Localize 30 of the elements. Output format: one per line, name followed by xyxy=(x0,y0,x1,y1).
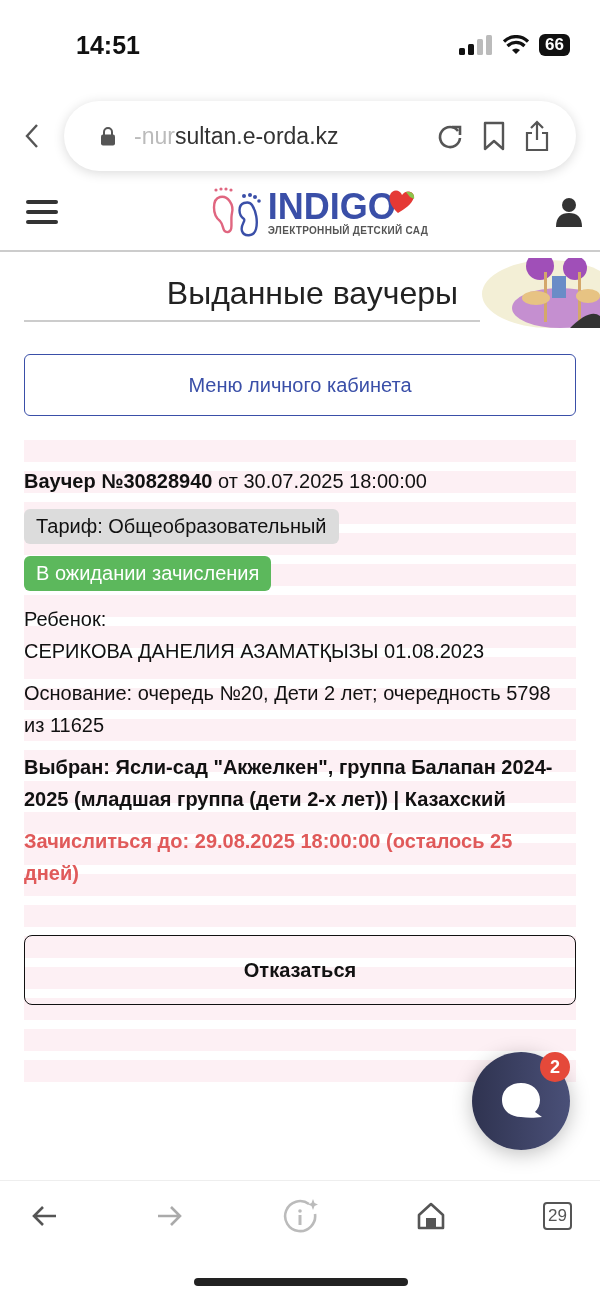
child-name: СЕРИКОВА ДАНЕЛИЯ АЗАМАТҚЫЗЫ 01.08.2023 xyxy=(24,639,486,664)
clock-time: 14:51 xyxy=(76,30,140,60)
signal-icon xyxy=(459,35,494,55)
address-bar[interactable]: -nursultan.e-orda.kz xyxy=(64,101,576,171)
decline-button[interactable]: Отказаться xyxy=(24,935,576,1005)
tariff-tag: Тариф: Общеобразовательный xyxy=(24,509,339,544)
logo-title: INDIGO xyxy=(267,188,396,225)
basis-text: Основание: очередь №20, Дети 2 лет; очередность 5798 из 11625 xyxy=(24,681,552,738)
child-label: Ребенок: xyxy=(24,607,108,632)
chosen-kindergarten: Выбран: Ясли-сад "Акжелкен", группа Балапан 2024-2025 (младшая группа (дети 2-х лет)) | Казахский xyxy=(24,755,554,812)
voucher-heading: Ваучер №30828940 от 30.07.2025 18:00:00 xyxy=(24,470,427,493)
page-title: Выданные ваучеры xyxy=(166,274,458,312)
wifi-icon xyxy=(503,35,530,55)
notification-badge: 2 xyxy=(540,1052,570,1082)
menu-icon[interactable] xyxy=(26,199,58,225)
tabs-count-button[interactable]: 29 xyxy=(543,1201,572,1230)
logo-subtitle: ЭЛЕКТРОННЫЙ ДЕТСКИЙ САД xyxy=(267,224,429,236)
battery-indicator: 66 xyxy=(539,34,570,56)
status-tag: В ожидании зачисления xyxy=(24,556,272,591)
lock-icon xyxy=(100,126,116,146)
url-text: -nursultan.e-orda.kz xyxy=(134,122,340,150)
user-icon[interactable] xyxy=(556,197,582,227)
cabinet-menu-button[interactable]: Меню личного кабинета xyxy=(24,354,576,416)
chat-button[interactable]: 2 xyxy=(472,1052,570,1150)
back-arrow-icon[interactable] xyxy=(30,1203,58,1228)
back-icon[interactable] xyxy=(24,123,40,149)
home-icon[interactable] xyxy=(416,1201,445,1230)
bookmark-icon[interactable] xyxy=(482,121,506,151)
share-icon[interactable] xyxy=(524,120,550,152)
deadline-text: Зачислиться до: 29.08.2025 18:00:00 (осталось 25 дней) xyxy=(24,829,514,886)
